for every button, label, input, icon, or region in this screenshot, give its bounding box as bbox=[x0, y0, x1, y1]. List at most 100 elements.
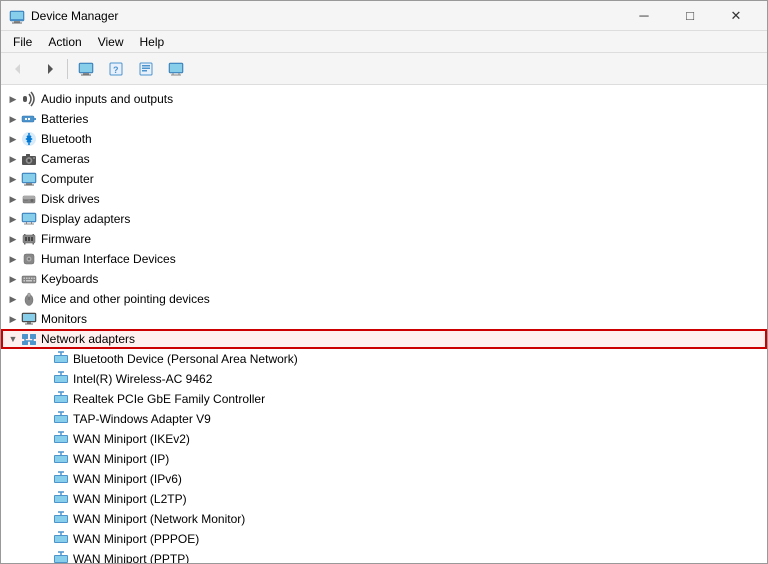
menu-action[interactable]: Action bbox=[40, 33, 89, 51]
close-button[interactable]: ✕ bbox=[713, 1, 759, 31]
child-wan-ikev2-label: WAN Miniport (IKEv2) bbox=[73, 432, 190, 446]
child-wan-pppoe[interactable]: WAN Miniport (PPPOE) bbox=[1, 529, 767, 549]
network-icon bbox=[21, 331, 37, 347]
batteries-icon bbox=[21, 111, 37, 127]
tree-item-network[interactable]: ▼ Network adapters bbox=[1, 329, 767, 349]
child-bluetooth-pan[interactable]: Bluetooth Device (Personal Area Network) bbox=[1, 349, 767, 369]
forward-button[interactable] bbox=[35, 56, 63, 82]
tree-item-disk[interactable]: ▶ Disk drives bbox=[1, 189, 767, 209]
child-network-icon-2 bbox=[53, 391, 69, 407]
mice-icon bbox=[21, 291, 37, 307]
svg-text:?: ? bbox=[113, 65, 119, 75]
computer-icon bbox=[21, 171, 37, 187]
expand-arrow-keyboards[interactable]: ▶ bbox=[5, 271, 21, 287]
child-bluetooth-pan-label: Bluetooth Device (Personal Area Network) bbox=[73, 352, 298, 366]
child-wan-l2tp-label: WAN Miniport (L2TP) bbox=[73, 492, 187, 506]
child-tap-windows-label: TAP-Windows Adapter V9 bbox=[73, 412, 211, 426]
maximize-button[interactable]: □ bbox=[667, 1, 713, 31]
child-network-icon-6 bbox=[53, 471, 69, 487]
cameras-icon bbox=[21, 151, 37, 167]
minimize-button[interactable]: ─ bbox=[621, 1, 667, 31]
window-icon bbox=[9, 8, 25, 24]
child-network-icon-0 bbox=[53, 351, 69, 367]
bluetooth-icon bbox=[21, 131, 37, 147]
keyboards-icon bbox=[21, 271, 37, 287]
child-wan-ipv6[interactable]: WAN Miniport (IPv6) bbox=[1, 469, 767, 489]
toolbar: ? bbox=[1, 53, 767, 85]
back-button[interactable] bbox=[5, 56, 33, 82]
tree-item-firmware[interactable]: ▶ Firmware bbox=[1, 229, 767, 249]
computer-label: Computer bbox=[41, 172, 94, 186]
expand-arrow-disk[interactable]: ▶ bbox=[5, 191, 21, 207]
child-tap-windows[interactable]: TAP-Windows Adapter V9 bbox=[1, 409, 767, 429]
menu-view[interactable]: View bbox=[90, 33, 132, 51]
child-wan-pptp[interactable]: WAN Miniport (PPTP) bbox=[1, 549, 767, 563]
tree-item-audio[interactable]: ▶ Audio inputs and outputs bbox=[1, 89, 767, 109]
child-wan-netmon-label: WAN Miniport (Network Monitor) bbox=[73, 512, 245, 526]
tree-item-monitors[interactable]: ▶ Monitors bbox=[1, 309, 767, 329]
child-intel-wireless-label: Intel(R) Wireless-AC 9462 bbox=[73, 372, 212, 386]
properties-button[interactable] bbox=[132, 56, 160, 82]
keyboards-label: Keyboards bbox=[41, 272, 98, 286]
tree-item-keyboards[interactable]: ▶ Keyboards bbox=[1, 269, 767, 289]
child-network-icon-4 bbox=[53, 431, 69, 447]
child-wan-pppoe-label: WAN Miniport (PPPOE) bbox=[73, 532, 199, 546]
display-icon bbox=[21, 211, 37, 227]
child-network-icon-5 bbox=[53, 451, 69, 467]
mice-label: Mice and other pointing devices bbox=[41, 292, 210, 306]
device-manager-window: Device Manager ─ □ ✕ File Action View He… bbox=[0, 0, 768, 564]
monitors-label: Monitors bbox=[41, 312, 87, 326]
disk-icon bbox=[21, 191, 37, 207]
toolbar-separator-1 bbox=[67, 59, 68, 79]
child-network-icon-9 bbox=[53, 531, 69, 547]
tree-item-hid[interactable]: ▶ Human Interface Devices bbox=[1, 249, 767, 269]
bluetooth-label: Bluetooth bbox=[41, 132, 92, 146]
child-wan-netmon[interactable]: WAN Miniport (Network Monitor) bbox=[1, 509, 767, 529]
tree-item-display[interactable]: ▶ Display adapters bbox=[1, 209, 767, 229]
expand-arrow-display[interactable]: ▶ bbox=[5, 211, 21, 227]
expand-arrow-hid[interactable]: ▶ bbox=[5, 251, 21, 267]
expand-arrow-monitors[interactable]: ▶ bbox=[5, 311, 21, 327]
hid-icon bbox=[21, 251, 37, 267]
expand-arrow-computer[interactable]: ▶ bbox=[5, 171, 21, 187]
window-title: Device Manager bbox=[31, 9, 621, 23]
child-realtek[interactable]: Realtek PCIe GbE Family Controller bbox=[1, 389, 767, 409]
disk-label: Disk drives bbox=[41, 192, 100, 206]
computer-button[interactable] bbox=[72, 56, 100, 82]
tree-item-computer[interactable]: ▶ Computer bbox=[1, 169, 767, 189]
child-network-icon-7 bbox=[53, 491, 69, 507]
tree-item-batteries[interactable]: ▶ Batteries bbox=[1, 109, 767, 129]
child-wan-l2tp[interactable]: WAN Miniport (L2TP) bbox=[1, 489, 767, 509]
title-bar: Device Manager ─ □ ✕ bbox=[1, 1, 767, 31]
child-wan-ip-label: WAN Miniport (IP) bbox=[73, 452, 169, 466]
batteries-label: Batteries bbox=[41, 112, 88, 126]
help-properties-button[interactable]: ? bbox=[102, 56, 130, 82]
content-area: ▶ Audio inputs and outputs ▶ bbox=[1, 85, 767, 563]
display-button[interactable] bbox=[162, 56, 190, 82]
network-label: Network adapters bbox=[41, 332, 135, 346]
menu-help[interactable]: Help bbox=[132, 33, 173, 51]
menu-bar: File Action View Help bbox=[1, 31, 767, 53]
menu-file[interactable]: File bbox=[5, 33, 40, 51]
expand-arrow-bluetooth[interactable]: ▶ bbox=[5, 131, 21, 147]
audio-label: Audio inputs and outputs bbox=[41, 92, 173, 106]
child-wan-ip[interactable]: WAN Miniport (IP) bbox=[1, 449, 767, 469]
window-controls: ─ □ ✕ bbox=[621, 1, 759, 31]
expand-arrow-batteries[interactable]: ▶ bbox=[5, 111, 21, 127]
tree-item-bluetooth[interactable]: ▶ Bluetooth bbox=[1, 129, 767, 149]
monitors-icon bbox=[21, 311, 37, 327]
tree-item-mice[interactable]: ▶ Mice and other pointing devices bbox=[1, 289, 767, 309]
tree-item-cameras[interactable]: ▶ Cameras bbox=[1, 149, 767, 169]
expand-arrow-audio[interactable]: ▶ bbox=[5, 91, 21, 107]
expand-arrow-firmware[interactable]: ▶ bbox=[5, 231, 21, 247]
child-network-icon-8 bbox=[53, 511, 69, 527]
expand-arrow-network[interactable]: ▼ bbox=[5, 331, 21, 347]
cameras-label: Cameras bbox=[41, 152, 90, 166]
audio-icon bbox=[21, 91, 37, 107]
expand-arrow-cameras[interactable]: ▶ bbox=[5, 151, 21, 167]
child-wan-ikev2[interactable]: WAN Miniport (IKEv2) bbox=[1, 429, 767, 449]
child-network-icon-10 bbox=[53, 551, 69, 563]
tree-view[interactable]: ▶ Audio inputs and outputs ▶ bbox=[1, 85, 767, 563]
child-intel-wireless[interactable]: Intel(R) Wireless-AC 9462 bbox=[1, 369, 767, 389]
expand-arrow-mice[interactable]: ▶ bbox=[5, 291, 21, 307]
